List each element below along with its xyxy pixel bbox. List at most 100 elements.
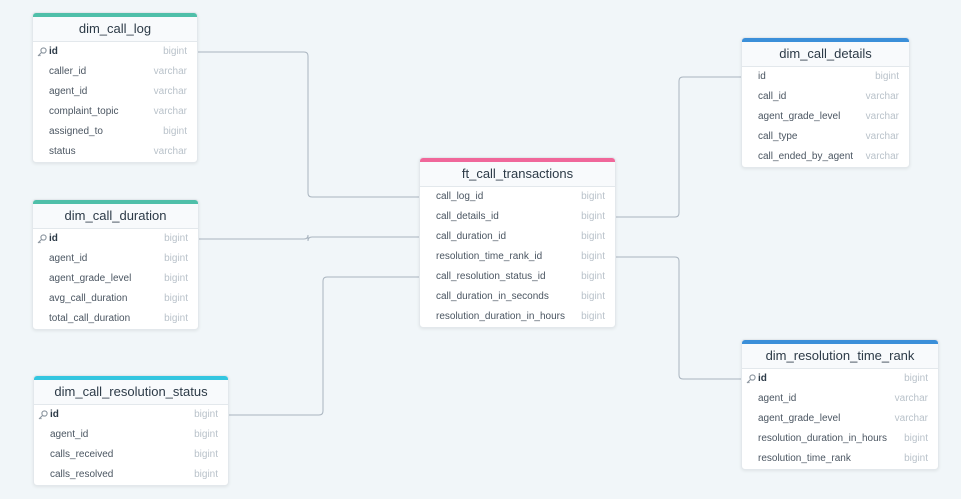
table-ft-call-transactions[interactable]: ft_call_transactions call_log_id bigint cal… (419, 157, 616, 328)
relation-line-dim-call-resolution-status[interactable] (227, 276, 419, 416)
column-name: total_call_duration (49, 313, 131, 324)
table-column-row[interactable]: id bigint (33, 42, 197, 62)
column-name: resolution_duration_in_hours (436, 311, 565, 322)
table-column-row[interactable]: call_ended_by_agent varchar (742, 147, 909, 167)
column-name: resolution_time_rank (758, 453, 851, 464)
table-header[interactable]: dim_resolution_time_rank (742, 344, 938, 369)
column-name: resolution_time_rank_id (436, 251, 543, 262)
table-column-row[interactable]: call_log_id bigint (420, 187, 615, 207)
table-header[interactable]: dim_call_log (33, 17, 197, 42)
column-name: call_duration_in_seconds (436, 291, 549, 302)
column-name: agent_id (49, 86, 88, 97)
column-name: id (758, 373, 767, 384)
table-column-row[interactable]: calls_received bigint (34, 445, 228, 465)
column-name: resolution_duration_in_hours (758, 433, 887, 444)
column-name: id (50, 409, 59, 420)
table-header[interactable]: dim_call_details (742, 42, 909, 67)
column-name: calls_resolved (50, 469, 114, 480)
column-type: bigint (875, 71, 899, 82)
table-column-row[interactable]: id bigint (34, 405, 228, 425)
column-type: bigint (164, 253, 188, 264)
column-type: bigint (164, 313, 188, 324)
column-type: bigint (581, 291, 605, 302)
column-type: bigint (194, 469, 218, 480)
column-name: call_log_id (436, 191, 484, 202)
column-type: bigint (581, 231, 605, 242)
column-type: bigint (904, 373, 928, 384)
column-type: varchar (894, 393, 928, 404)
table-column-row[interactable]: resolution_duration_in_hours bigint (420, 307, 615, 327)
column-type: bigint (581, 311, 605, 322)
table-column-row[interactable]: resolution_time_rank_id bigint (420, 247, 615, 267)
column-type: bigint (904, 453, 928, 464)
relation-line-dim-call-duration[interactable] (197, 234, 419, 242)
column-name: agent_id (50, 429, 89, 440)
table-column-row[interactable]: id bigint (742, 67, 909, 87)
table-column-row[interactable]: call_duration_in_seconds bigint (420, 287, 615, 307)
column-name: avg_call_duration (49, 293, 128, 304)
table-dim-call-resolution-status[interactable]: dim_call_resolution_statusid bigint agent_… (33, 375, 229, 486)
primary-key-icon (37, 234, 47, 244)
table-column-row[interactable]: call_details_id bigint (420, 207, 615, 227)
table-column-row[interactable]: id bigint (742, 369, 938, 389)
table-column-row[interactable]: status varchar (33, 142, 197, 162)
column-type: bigint (164, 273, 188, 284)
table-dim-resolution-time-rank[interactable]: dim_resolution_time_rankid bigint agent_id… (741, 339, 939, 470)
table-column-row[interactable]: total_call_duration bigint (33, 309, 198, 329)
primary-key-icon (37, 47, 47, 57)
column-name: agent_id (758, 393, 797, 404)
relation-line-dim-call-log[interactable] (196, 51, 419, 198)
column-name: caller_id (49, 66, 87, 77)
column-type: varchar (865, 91, 899, 102)
column-name: call_id (758, 91, 787, 102)
column-name: id (49, 233, 58, 244)
table-column-row[interactable]: complaint_topic varchar (33, 102, 197, 122)
table-column-row[interactable]: avg_call_duration bigint (33, 289, 198, 309)
column-type: varchar (894, 413, 928, 424)
column-name: agent_grade_level (758, 111, 841, 122)
table-column-row[interactable]: call_id varchar (742, 87, 909, 107)
table-dim-call-details[interactable]: dim_call_details id bigint call_id varchar ag… (741, 37, 910, 168)
table-column-row[interactable]: agent_id bigint (33, 249, 198, 269)
table-column-row[interactable]: agent_id varchar (742, 389, 938, 409)
column-type: bigint (581, 251, 605, 262)
table-column-row[interactable]: agent_id varchar (33, 82, 197, 102)
table-column-row[interactable]: calls_resolved bigint (34, 465, 228, 485)
diagram-canvas: dim_call_log id bigint caller_id varchar agen… (0, 0, 961, 499)
column-type: bigint (164, 233, 188, 244)
column-type: bigint (163, 126, 187, 137)
column-name: agent_grade_level (758, 413, 841, 424)
column-type: varchar (865, 131, 899, 142)
table-column-row[interactable]: id bigint (33, 229, 198, 249)
primary-key-icon (746, 374, 756, 384)
relation-line-dim-call-details[interactable] (614, 76, 741, 218)
column-type: bigint (194, 449, 218, 460)
column-type: varchar (153, 146, 187, 157)
column-type: bigint (581, 211, 605, 222)
table-header[interactable]: dim_call_resolution_status (34, 380, 228, 405)
table-header[interactable]: dim_call_duration (33, 204, 198, 229)
table-column-row[interactable]: agent_grade_level varchar (742, 409, 938, 429)
table-column-row[interactable]: agent_grade_level bigint (33, 269, 198, 289)
table-column-row[interactable]: agent_id bigint (34, 425, 228, 445)
table-column-row[interactable]: call_type varchar (742, 127, 909, 147)
table-dim-call-log[interactable]: dim_call_log id bigint caller_id varchar agen… (32, 12, 198, 163)
column-name: id (758, 71, 766, 82)
table-column-row[interactable]: resolution_time_rank bigint (742, 449, 938, 469)
table-column-row[interactable]: call_duration_id bigint (420, 227, 615, 247)
table-column-row[interactable]: call_resolution_status_id bigint (420, 267, 615, 287)
column-name: call_ended_by_agent (758, 151, 854, 162)
table-dim-call-duration[interactable]: dim_call_duration id bigint agent_id bigint a… (32, 199, 199, 330)
column-type: varchar (865, 111, 899, 122)
column-type: varchar (153, 86, 187, 97)
table-column-row[interactable]: resolution_duration_in_hours bigint (742, 429, 938, 449)
table-column-row[interactable]: caller_id varchar (33, 62, 197, 82)
column-type: bigint (163, 46, 187, 57)
table-column-row[interactable]: agent_grade_level varchar (742, 107, 909, 127)
column-type: bigint (194, 409, 218, 420)
table-header[interactable]: ft_call_transactions (420, 162, 615, 187)
column-name: calls_received (50, 449, 114, 460)
relation-line-dim-resolution-time-rank[interactable] (614, 256, 741, 380)
table-column-row[interactable]: assigned_to bigint (33, 122, 197, 142)
column-type: varchar (865, 151, 899, 162)
